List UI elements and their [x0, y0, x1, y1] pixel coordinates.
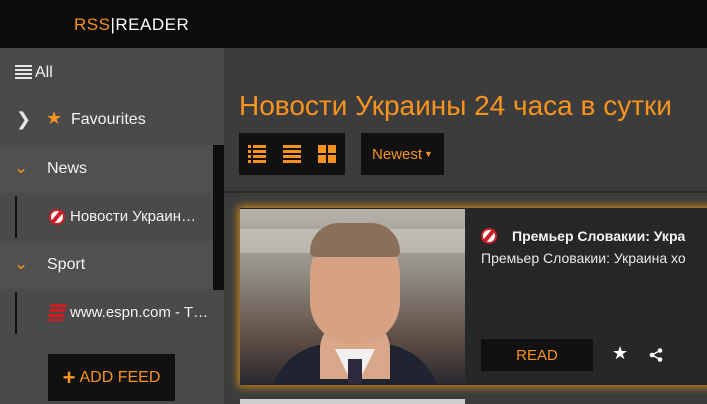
article-title[interactable]: Премьер Словакии: Укра — [512, 228, 707, 244]
sidebar-item-label: Favourites — [71, 111, 146, 128]
brand-rss: RSS — [74, 15, 111, 34]
list-view-icon[interactable] — [248, 145, 266, 163]
sidebar-group-sport[interactable]: ⌄ Sport — [0, 241, 224, 289]
chevron-down-icon: ⌄ — [14, 254, 29, 273]
sidebar-feed-label: www.espn.com - T… — [70, 304, 209, 321]
sidebar-group-news[interactable]: ⌄ News — [0, 145, 224, 193]
tree-line — [15, 196, 17, 238]
main-content: Новости Украины 24 часа в сутки Newest ▼ … — [224, 48, 707, 404]
sidebar-feed-item[interactable]: Новости Украин… — [0, 193, 224, 241]
sidebar-feed-item[interactable]: www.espn.com - T… — [0, 289, 224, 337]
sidebar-item-all[interactable]: All — [0, 58, 224, 88]
sidebar-scrollbar[interactable] — [213, 145, 224, 290]
favourite-star-icon[interactable]: ★ — [612, 343, 628, 364]
source-favicon-icon — [481, 228, 497, 244]
chevron-right-icon: ❯ — [16, 109, 32, 129]
star-icon: ★ — [46, 108, 63, 128]
divider — [224, 191, 707, 193]
article-snippet: Премьер Словакии: Украина хо — [481, 250, 686, 266]
share-icon[interactable] — [649, 348, 663, 362]
add-feed-label: ADD FEED — [79, 368, 161, 386]
read-button[interactable]: READ — [481, 339, 593, 371]
top-bar: RSS|READER — [0, 0, 707, 48]
sidebar: All ❯ ★ Favourites ⌄ News Новости Украин… — [0, 48, 224, 404]
compact-list-icon[interactable] — [283, 145, 301, 163]
ukraine-news-favicon-icon — [49, 209, 65, 225]
chevron-down-icon: ⌄ — [14, 158, 29, 177]
list-icon — [15, 65, 32, 79]
next-article-card[interactable] — [240, 399, 465, 404]
sidebar-feed-label: Новости Украин… — [70, 208, 196, 225]
sidebar-group-label: Sport — [47, 256, 86, 273]
sort-dropdown[interactable]: Newest ▼ — [361, 133, 444, 175]
sidebar-item-label: All — [35, 64, 53, 81]
page-title: Новости Украины 24 часа в сутки — [239, 90, 672, 121]
app-logo[interactable]: RSS|READER — [74, 15, 189, 35]
article-thumbnail[interactable] — [240, 209, 465, 384]
caret-down-icon: ▼ — [424, 149, 433, 159]
sidebar-item-favourites[interactable]: ❯ ★ Favourites — [0, 105, 224, 135]
brand-reader: READER — [115, 15, 190, 34]
article-card[interactable]: Премьер Словакии: Укра Премьер Словакии:… — [240, 208, 707, 385]
tree-line — [15, 292, 17, 334]
grid-view-icon[interactable] — [318, 145, 336, 163]
sort-label: Newest — [372, 145, 423, 163]
sidebar-group-label: News — [47, 160, 88, 177]
espn-favicon-icon — [47, 304, 67, 321]
plus-icon: + — [62, 364, 76, 390]
view-mode-toolbar — [239, 133, 345, 175]
add-feed-button[interactable]: + ADD FEED — [48, 354, 175, 401]
